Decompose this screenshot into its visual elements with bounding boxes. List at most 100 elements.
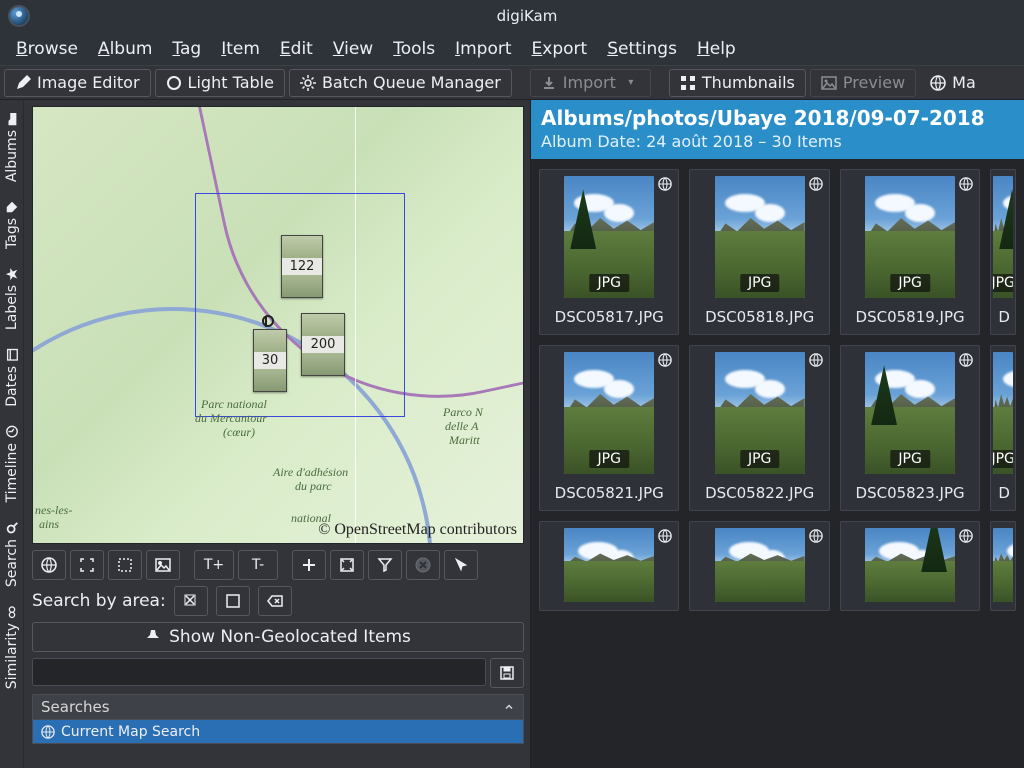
menu-tools[interactable]: Tools — [383, 35, 445, 63]
pencil-icon — [15, 75, 31, 91]
thumbnails-grid[interactable]: JPG DSC05817.JPG JPGDSC05818.JPGJPGDSC0581… — [531, 159, 1024, 768]
mapbtn-select[interactable] — [108, 550, 142, 580]
search-by-area-row: Search by area: — [32, 586, 524, 616]
sidetab-labels[interactable]: Labels — [2, 261, 22, 336]
menu-settings[interactable]: Settings — [597, 35, 687, 63]
map-place-label: Parc national — [201, 397, 267, 412]
map-toolbar: T+ T- — [32, 550, 524, 580]
circle-icon — [166, 75, 182, 91]
mapbtn-filter[interactable] — [368, 550, 402, 580]
mapbtn-text-larger[interactable]: T+ — [194, 550, 234, 580]
cursor-icon — [453, 557, 469, 573]
menu-export[interactable]: Export — [522, 35, 598, 63]
left-side-tabs: Albums Tags Labels Dates Timeline Search… — [0, 100, 24, 768]
searches-list: Searches Current Map Search — [32, 694, 524, 744]
searcharea-poly-tool[interactable] — [216, 586, 250, 616]
toolbar-image-editor[interactable]: Image Editor — [4, 69, 151, 97]
thumbnail-item[interactable]: JPGDSC05821.JPG — [539, 345, 679, 511]
sidetab-search[interactable]: Search — [2, 515, 22, 593]
file-ext-badge: JPG — [590, 450, 629, 468]
thumbnail-item[interactable]: JPGD — [990, 345, 1016, 511]
map-place-label: delle A — [445, 419, 478, 434]
menu-help[interactable]: Help — [687, 35, 746, 63]
menu-item[interactable]: Item — [211, 35, 270, 63]
mapbtn-fullscreen[interactable] — [70, 550, 104, 580]
thumbnail-image: JPG — [564, 176, 654, 298]
mapbtn-fit[interactable] — [330, 550, 364, 580]
file-ext-badge: JPG — [993, 450, 1013, 468]
thumbnail-item[interactable]: JPGDSC05818.JPG — [689, 169, 829, 335]
map-attribution: © OpenStreetMap contributors — [318, 521, 517, 539]
menu-view[interactable]: View — [323, 35, 383, 63]
toolbar-light-table[interactable]: Light Table — [155, 69, 285, 97]
clock-icon — [5, 425, 19, 439]
pushpin-icon — [145, 629, 161, 645]
map-view[interactable]: 12220030 Parc nationaldu Mercantour(cœur… — [32, 106, 524, 544]
toolbar-import[interactable]: Import▾ — [530, 69, 651, 97]
map-place-label: Maritt — [449, 433, 480, 448]
mapbtn-image[interactable] — [146, 550, 180, 580]
dashed-square-icon — [117, 557, 133, 573]
mapbtn-pan[interactable] — [292, 550, 326, 580]
grid-icon — [680, 75, 696, 91]
mapbtn-globe[interactable] — [32, 550, 66, 580]
map-place-label: du parc — [295, 479, 332, 494]
map-cluster[interactable]: 200 — [301, 313, 345, 376]
mapbtn-clear[interactable] — [406, 550, 440, 580]
gear-icon — [300, 75, 316, 91]
map-selection-rect[interactable] — [195, 193, 405, 417]
toolbar-map[interactable]: Ma — [920, 69, 976, 97]
menu-import[interactable]: Import — [445, 35, 521, 63]
map-search-panel: 12220030 Parc nationaldu Mercantour(cœur… — [24, 100, 530, 768]
map-cluster[interactable]: 122 — [281, 235, 323, 298]
album-path: Albums/photos/Ubaye 2018/09-07-2018 — [541, 106, 1014, 130]
sidetab-timeline[interactable]: Timeline — [2, 419, 22, 509]
searcharea-rect-tool[interactable] — [174, 586, 208, 616]
file-ext-badge: JPG — [740, 450, 779, 468]
map-place-label: Aire d'adhésion — [273, 465, 348, 480]
searches-item-current[interactable]: Current Map Search — [32, 720, 524, 744]
thumbnail-item[interactable]: JPG DSC05822.JPG — [689, 345, 829, 511]
toolbar-thumbnails[interactable]: Thumbnails — [669, 69, 806, 97]
thumbnail-filename: DSC05822.JPG — [705, 484, 814, 502]
toolbar-preview[interactable]: Preview — [810, 69, 916, 97]
thumbnail-image: JPG — [564, 352, 654, 474]
similarity-icon — [5, 605, 19, 619]
thumbnail-filename: DSC05823.JPG — [856, 484, 965, 502]
thumbnail-item[interactable]: JPGDSC05823.JPG — [840, 345, 980, 511]
toolbar-bqm[interactable]: Batch Queue Manager — [289, 69, 512, 97]
thumbnail-item[interactable]: JPGD — [990, 169, 1016, 335]
menu-bar: Browse Album Tag Item Edit View Tools Im… — [0, 32, 1024, 66]
mapbtn-text-smaller[interactable]: T- — [238, 550, 278, 580]
mapbtn-pointer[interactable] — [444, 550, 478, 580]
sidetab-dates[interactable]: Dates — [2, 342, 22, 413]
search-name-input[interactable] — [32, 658, 486, 686]
thumbnail-filename: DSC05817.JPG — [555, 308, 664, 326]
sidetab-albums[interactable]: Albums — [2, 106, 22, 188]
show-non-geolocated-button[interactable]: Show Non-Geolocated Items — [32, 622, 524, 652]
file-ext-badge: JPG — [993, 274, 1013, 292]
thumbnail-item[interactable] — [689, 521, 829, 611]
sidetab-similarity[interactable]: Similarity — [2, 599, 22, 695]
corners-icon — [79, 557, 95, 573]
save-search-button[interactable] — [490, 658, 524, 688]
app-title: digiKam — [38, 7, 1016, 25]
menu-edit[interactable]: Edit — [270, 35, 323, 63]
thumbnail-item[interactable] — [990, 521, 1016, 611]
sidetab-tags[interactable]: Tags — [2, 194, 22, 255]
thumbnail-item[interactable]: JPG DSC05817.JPG — [539, 169, 679, 335]
menu-browse[interactable]: Browse — [6, 35, 88, 63]
thumbnail-item[interactable] — [840, 521, 980, 611]
menu-album[interactable]: Album — [88, 35, 163, 63]
thumbnail-item[interactable]: JPGDSC05819.JPG — [840, 169, 980, 335]
menu-tag[interactable]: Tag — [162, 35, 211, 63]
save-icon — [499, 665, 515, 681]
folder-icon — [5, 112, 19, 126]
thumbnail-image — [865, 528, 955, 602]
searcharea-clear[interactable] — [258, 586, 292, 616]
thumbnail-image: JPG — [865, 176, 955, 298]
map-cluster[interactable]: 30 — [253, 329, 287, 392]
map-place-label: ains — [39, 517, 59, 532]
searches-header[interactable]: Searches — [32, 694, 524, 720]
thumbnail-item[interactable] — [539, 521, 679, 611]
